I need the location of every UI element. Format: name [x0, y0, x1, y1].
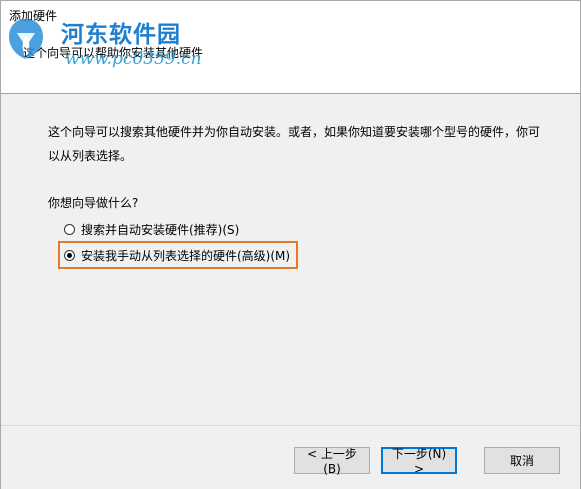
question-label: 你想向导做什么?: [48, 196, 139, 210]
description-text: 这个向导可以搜索其他硬件并为你自动安装。或者，如果你知道要安装哪个型号的硬件，你…: [48, 125, 541, 163]
back-button[interactable]: < 上一步(B): [294, 447, 370, 476]
wizard-header: 添加硬件 这个向导可以帮助你安装其他硬件 河东软件园 www.pc0359.cn: [1, 1, 580, 94]
watermark-url: www.pc0359.cn: [65, 49, 202, 69]
cancel-button[interactable]: 取消: [484, 447, 560, 474]
option-auto-search-label: 搜索并自动安装硬件(推荐)(S): [81, 222, 240, 237]
next-button[interactable]: 下一步(N) >: [381, 447, 457, 476]
site-watermark: 河东软件园 www.pc0359.cn: [3, 11, 253, 81]
watermark-name: 河东软件园: [61, 21, 181, 48]
watermark-logo-icon: [9, 19, 43, 59]
option-auto-search[interactable]: 搜索并自动安装硬件(推荐)(S): [64, 220, 239, 238]
option-manual-list-label: 安装我手动从列表选择的硬件(高级)(M): [81, 248, 291, 263]
option-manual-list[interactable]: 安装我手动从列表选择的硬件(高级)(M): [64, 246, 290, 264]
radio-button-icon[interactable]: [64, 223, 75, 235]
radio-button-selected-icon[interactable]: [64, 249, 75, 261]
